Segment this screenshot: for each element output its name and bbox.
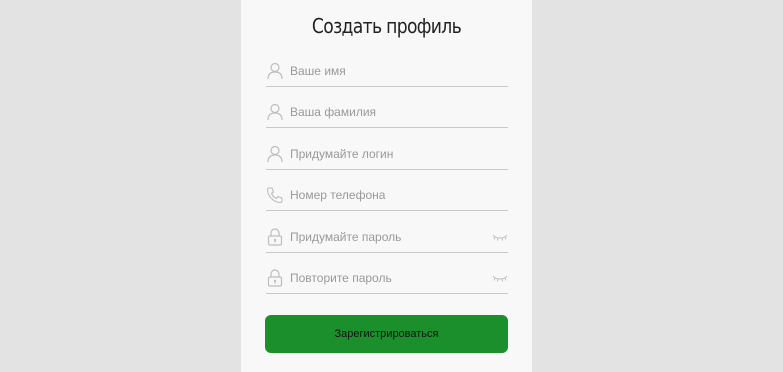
password-field <box>266 224 508 253</box>
confirm-password-input[interactable] <box>290 269 480 287</box>
eye-closed-icon[interactable] <box>492 273 508 283</box>
confirm-password-field <box>266 265 508 294</box>
phone-field <box>266 182 508 211</box>
form-title: Создать профиль <box>311 14 462 38</box>
user-icon <box>267 145 283 163</box>
eye-closed-icon[interactable] <box>492 232 508 242</box>
login-input[interactable] <box>290 145 480 163</box>
last-name-field <box>266 99 508 128</box>
last-name-input[interactable] <box>290 103 480 121</box>
lock-icon <box>267 228 283 246</box>
phone-input[interactable] <box>290 186 480 204</box>
user-icon <box>267 62 283 80</box>
lock-icon <box>267 269 283 287</box>
first-name-input[interactable] <box>290 62 480 80</box>
first-name-field <box>266 58 508 87</box>
user-icon <box>267 103 283 121</box>
password-input[interactable] <box>290 228 480 246</box>
phone-icon <box>266 187 283 204</box>
login-field <box>266 141 508 170</box>
register-card: Создать профиль Ваше имя Ваша фамилия Пр… <box>241 0 532 372</box>
register-button[interactable]: Зарегистрироваться <box>265 315 508 353</box>
